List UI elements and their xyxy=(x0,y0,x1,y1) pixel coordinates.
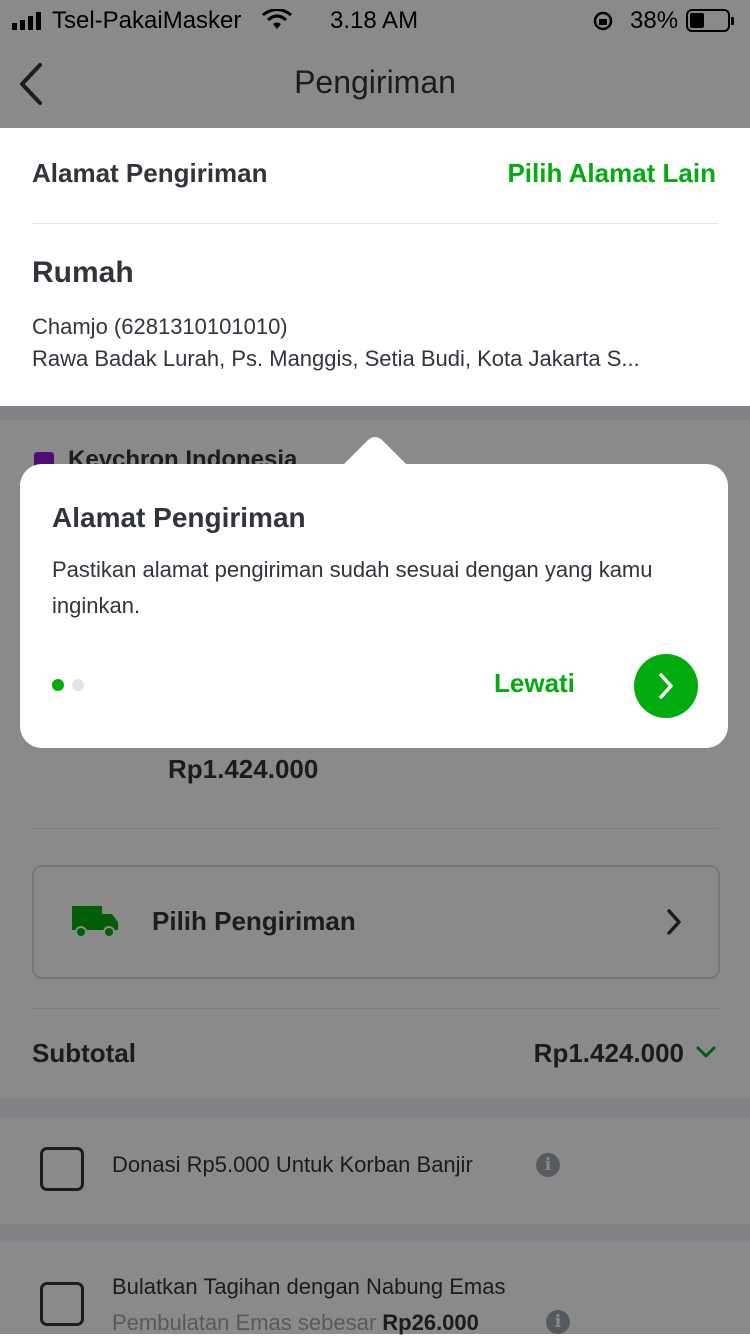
tooltip-pointer xyxy=(342,437,408,466)
next-button[interactable] xyxy=(634,654,698,718)
divider xyxy=(32,223,718,224)
address-name: Rumah xyxy=(32,256,134,289)
choose-other-address-link[interactable]: Pilih Alamat Lain xyxy=(507,158,716,189)
step-indicator-inactive xyxy=(72,679,84,691)
chevron-right-icon xyxy=(659,673,673,699)
address-section-label: Alamat Pengiriman xyxy=(32,158,268,188)
coachmark-title: Alamat Pengiriman xyxy=(52,502,306,533)
coachmark-tooltip: Alamat Pengiriman Pastikan alamat pengir… xyxy=(20,464,728,748)
address-line: Rawa Badak Lurah, Ps. Manggis, Setia Bud… xyxy=(32,346,640,371)
shipping-address-card: Alamat Pengiriman Pilih Alamat Lain Ruma… xyxy=(0,128,750,406)
coachmark-body: Pastikan alamat pengiriman sudah sesuai … xyxy=(52,557,653,618)
step-indicator-active xyxy=(52,679,64,691)
skip-button[interactable]: Lewati xyxy=(494,668,575,699)
address-recipient: Chamjo (6281310101010) xyxy=(32,314,288,339)
